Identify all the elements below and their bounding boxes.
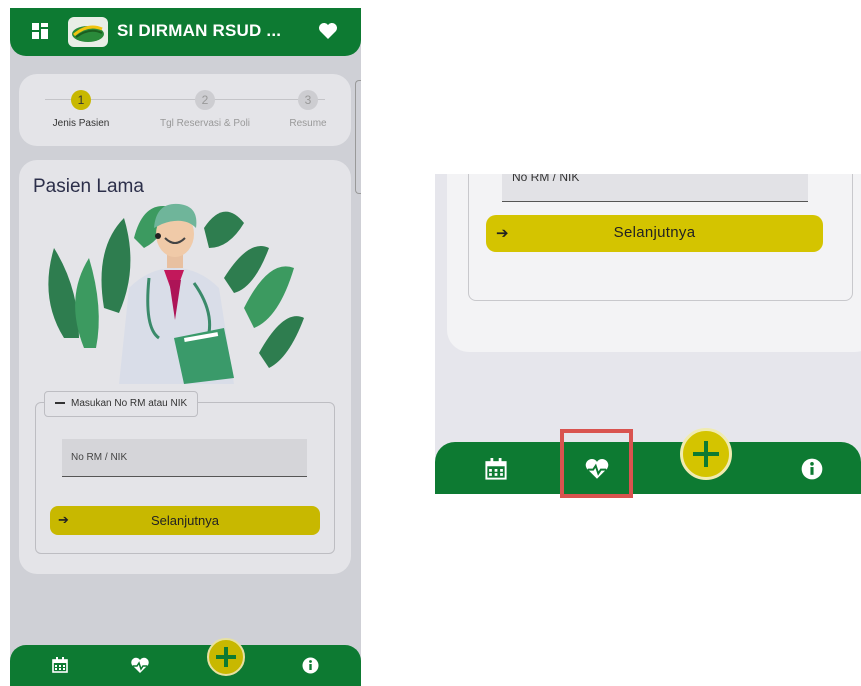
step-2-circle[interactable]: 2 [195, 90, 215, 110]
step-1-label: Jenis Pasien [52, 118, 110, 129]
add-fab[interactable] [207, 638, 245, 676]
zoom-next-button[interactable]: ➔ Selanjutnya [486, 215, 823, 252]
scroll-indicator [355, 80, 361, 194]
stepper: 1 2 3 Jenis Pasien Tgl Reservasi & Poli … [19, 74, 351, 146]
info-icon[interactable] [302, 657, 319, 674]
heartbeat-icon[interactable] [130, 657, 150, 674]
app-logo [68, 17, 108, 47]
app-title: SI DIRMAN RSUD ... [117, 21, 282, 40]
plus-icon [216, 647, 236, 667]
doctor-illustration [48, 203, 304, 384]
zoom-form-card: No RM / NIK ➔ Selanjutnya [447, 174, 861, 352]
grid-icon[interactable] [32, 23, 50, 41]
rm-nik-input[interactable]: No RM / NIK [62, 439, 307, 477]
app-header: SI DIRMAN RSUD ... [10, 8, 361, 56]
phone-screen: SI DIRMAN RSUD ... 1 2 3 Jenis Pasien Tg… [10, 8, 361, 686]
next-button[interactable]: ➔ Selanjutnya [50, 506, 320, 535]
zoom-rm-nik-input[interactable]: No RM / NIK [502, 174, 808, 202]
calendar-icon[interactable] [485, 458, 507, 480]
rm-nik-fieldset: Masukan No RM atau NIK No RM / NIK ➔ Sel… [35, 391, 335, 554]
zoom-bottom-nav [435, 442, 861, 494]
next-button-label: Selanjutnya [151, 513, 219, 528]
bottom-nav [10, 645, 361, 686]
fieldset-legend[interactable]: Masukan No RM atau NIK [44, 391, 199, 417]
zoom-panel: No RM / NIK ➔ Selanjutnya [435, 174, 861, 494]
plus-icon [693, 441, 719, 467]
zoom-add-fab[interactable] [680, 428, 732, 480]
step-1-circle[interactable]: 1 [71, 90, 91, 110]
zoom-next-button-label: Selanjutnya [613, 224, 696, 241]
step-3-circle[interactable]: 3 [298, 90, 318, 110]
heart-icon[interactable] [318, 22, 338, 40]
minus-icon [55, 402, 65, 405]
info-icon[interactable] [801, 458, 823, 480]
calendar-icon[interactable] [52, 657, 68, 673]
zoom-fieldset: No RM / NIK ➔ Selanjutnya [468, 174, 853, 301]
step-3-label: Resume [289, 118, 327, 129]
legend-label: Masukan No RM atau NIK [71, 398, 188, 409]
highlight-box [560, 429, 633, 498]
step-2-label: Tgl Reservasi & Poli [159, 118, 251, 129]
patient-form-card: Pasien Lama Masukan No RM atau NIK No RM… [19, 160, 351, 574]
